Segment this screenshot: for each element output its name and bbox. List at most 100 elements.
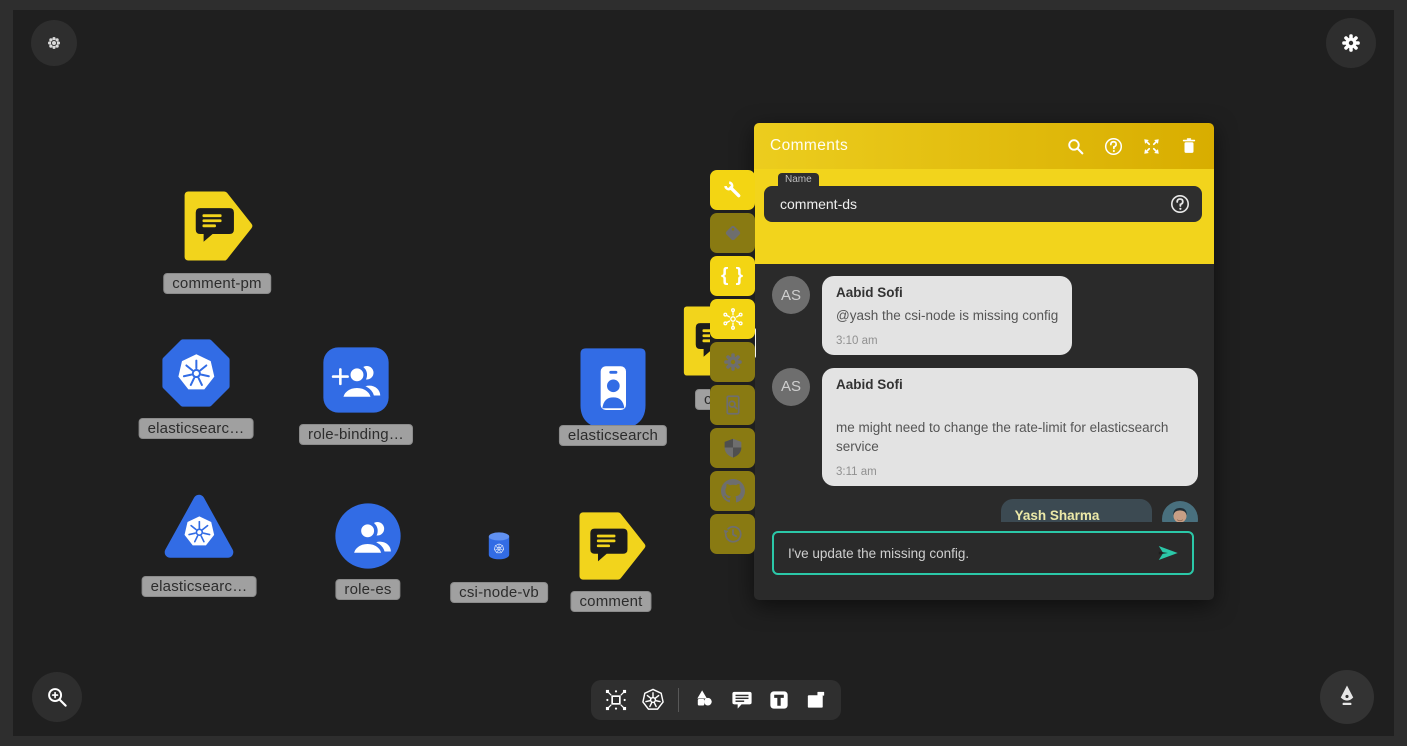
history-icon bbox=[722, 523, 744, 545]
message-author: Aabid Sofi bbox=[836, 377, 1184, 392]
name-input[interactable] bbox=[778, 195, 1170, 213]
composer-box[interactable] bbox=[772, 531, 1194, 575]
avatar-initials: AS bbox=[772, 276, 810, 314]
meshery-logo-button[interactable] bbox=[31, 20, 77, 66]
composer-row bbox=[754, 522, 1214, 600]
gear-icon bbox=[1340, 32, 1362, 54]
search-icon[interactable] bbox=[1066, 137, 1085, 156]
tool-wrench[interactable] bbox=[710, 170, 755, 210]
panel-title: Comments bbox=[770, 137, 1066, 155]
window-frame: comment-pm elasticsearc… role-binding… e… bbox=[0, 0, 1407, 746]
pen-tool-button[interactable] bbox=[1320, 670, 1374, 724]
message-author: Aabid Sofi bbox=[836, 285, 1058, 300]
palette-kubernetes[interactable] bbox=[641, 688, 665, 712]
name-field-section: Name bbox=[754, 169, 1214, 264]
tag-icon bbox=[722, 222, 744, 244]
node-comment[interactable]: comment bbox=[576, 511, 646, 581]
name-field-label: Name bbox=[778, 173, 819, 187]
field-help-icon[interactable] bbox=[1170, 194, 1190, 214]
shape-palette-toolbar bbox=[591, 680, 841, 720]
message-row: Yash Sharma Sure I'll look into this 3:2… bbox=[772, 499, 1198, 522]
node-label: elasticsearc… bbox=[139, 418, 254, 439]
message-bubble: Aabid Sofi me might need to change the r… bbox=[822, 368, 1198, 486]
settings-button[interactable] bbox=[1326, 18, 1376, 68]
shield-icon bbox=[722, 437, 744, 459]
pen-nib-icon bbox=[1334, 684, 1360, 710]
message-bubble: Aabid Sofi @yash the csi-node is missing… bbox=[822, 276, 1072, 355]
node-label: elasticsearc… bbox=[142, 576, 257, 597]
palette-image[interactable] bbox=[804, 688, 828, 712]
comment-icon bbox=[730, 688, 754, 712]
avatar-initials: AS bbox=[772, 368, 810, 406]
message-author: Yash Sharma bbox=[1015, 508, 1138, 522]
wrench-icon bbox=[722, 179, 744, 201]
tool-braces[interactable]: { } bbox=[710, 256, 755, 296]
role-icon bbox=[334, 502, 402, 570]
message-text: me might need to change the rate-limit f… bbox=[836, 418, 1184, 457]
node-comment-pm[interactable]: comment-pm bbox=[181, 190, 253, 262]
node-elasticsearch-badge[interactable]: elasticsearch bbox=[579, 347, 647, 431]
kubernetes-triangle-icon bbox=[164, 492, 234, 562]
tool-github[interactable] bbox=[710, 471, 755, 511]
node-label: role-binding… bbox=[299, 424, 413, 445]
file-search-icon bbox=[722, 394, 744, 416]
kubernetes-icon bbox=[641, 688, 665, 712]
tool-file-search[interactable] bbox=[710, 385, 755, 425]
comments-panel-header: Comments bbox=[754, 123, 1214, 169]
volume-cylinder-icon bbox=[482, 528, 516, 564]
zoom-button[interactable] bbox=[32, 672, 82, 722]
service-account-icon bbox=[579, 347, 647, 431]
expand-icon[interactable] bbox=[1142, 137, 1161, 156]
composer-input[interactable] bbox=[786, 545, 1156, 562]
node-elasticsearch-triangle[interactable]: elasticsearc… bbox=[164, 492, 234, 562]
node-role-es[interactable]: role-es bbox=[334, 502, 402, 570]
send-button[interactable] bbox=[1156, 542, 1180, 564]
node-label: csi-node-vb bbox=[450, 582, 548, 603]
flowchart-icon bbox=[604, 688, 628, 712]
meshery-logo-icon bbox=[44, 33, 64, 53]
tool-gear[interactable] bbox=[710, 342, 755, 382]
kubernetes-octagon-icon bbox=[161, 338, 231, 408]
avatar-photo bbox=[1162, 501, 1198, 522]
tool-shield[interactable] bbox=[710, 428, 755, 468]
tool-meshery-flower[interactable] bbox=[710, 299, 755, 339]
message-text: @yash the csi-node is missing config bbox=[836, 306, 1058, 326]
zoom-in-icon bbox=[45, 685, 69, 709]
gear-icon bbox=[722, 351, 744, 373]
palette-comment[interactable] bbox=[730, 688, 754, 712]
message-list[interactable]: AS Aabid Sofi @yash the csi-node is miss… bbox=[754, 264, 1214, 522]
user-photo-icon bbox=[1162, 501, 1198, 522]
node-action-toolbar: { } bbox=[710, 170, 755, 554]
palette-shapes[interactable] bbox=[693, 688, 717, 712]
meshery-flower-icon bbox=[721, 307, 745, 331]
tool-tag[interactable] bbox=[710, 213, 755, 253]
node-csi-node-vb[interactable]: csi-node-vb bbox=[482, 528, 516, 564]
node-label: elasticsearch bbox=[559, 425, 667, 446]
send-icon bbox=[1156, 542, 1180, 564]
comments-panel: Comments Name AS bbox=[754, 123, 1214, 600]
help-icon[interactable] bbox=[1104, 137, 1123, 156]
toolbar-divider bbox=[678, 688, 679, 712]
node-elasticsearch-octagon[interactable]: elasticsearc… bbox=[161, 338, 231, 408]
github-icon bbox=[721, 479, 745, 503]
image-note-icon bbox=[804, 688, 828, 712]
trash-icon[interactable] bbox=[1180, 137, 1198, 155]
message-row: AS Aabid Sofi @yash the csi-node is miss… bbox=[772, 276, 1198, 355]
role-binding-icon bbox=[322, 346, 390, 414]
design-canvas[interactable]: comment-pm elasticsearc… role-binding… e… bbox=[13, 10, 1394, 736]
text-tool-icon bbox=[767, 688, 791, 712]
tool-history[interactable] bbox=[710, 514, 755, 554]
name-field[interactable]: Name bbox=[764, 186, 1202, 222]
braces-icon: { } bbox=[721, 265, 744, 287]
palette-text[interactable] bbox=[767, 688, 791, 712]
palette-flowchart[interactable] bbox=[604, 688, 628, 712]
node-label: role-es bbox=[335, 579, 400, 600]
message-time: 3:11 am bbox=[836, 466, 1184, 478]
message-time: 3:10 am bbox=[836, 335, 1058, 347]
comment-node-icon bbox=[576, 511, 646, 581]
shapes-icon bbox=[693, 688, 717, 712]
message-bubble: Yash Sharma Sure I'll look into this 3:2… bbox=[1001, 499, 1152, 522]
node-label: comment bbox=[570, 591, 651, 612]
node-role-binding[interactable]: role-binding… bbox=[322, 346, 390, 414]
comment-node-icon bbox=[181, 190, 253, 262]
